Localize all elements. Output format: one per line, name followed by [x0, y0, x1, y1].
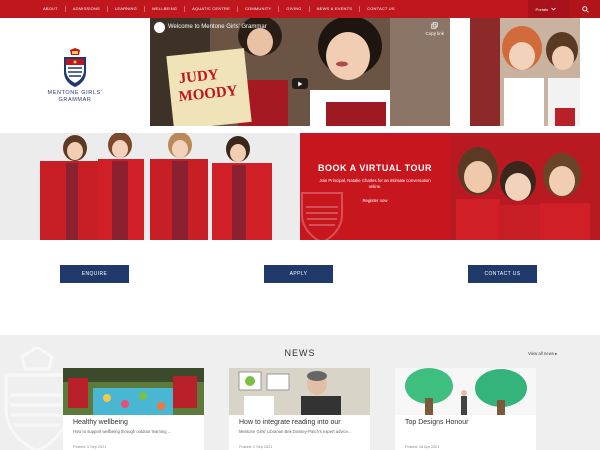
portals-dropdown[interactable]: Portals: [527, 0, 570, 18]
view-all-news-label: View all news: [528, 351, 554, 356]
news-card[interactable]: How to integrate reading into our Menton…: [229, 368, 370, 450]
copy-link-label: Copy link: [425, 31, 444, 36]
students-banner-photo: [0, 133, 300, 240]
news-card[interactable]: Healthy wellbeing How to support wellbei…: [63, 368, 204, 450]
copy-link-button[interactable]: Copy link: [425, 22, 444, 37]
school-logo[interactable]: MENTONE GIRLS' GRAMMAR: [0, 18, 150, 133]
crest-watermark-icon: [4, 347, 70, 450]
school-name-line2: GRAMMAR: [58, 96, 92, 103]
news-card-date: Posted: 3 Sep 2021: [73, 445, 107, 449]
play-icon: [298, 81, 303, 86]
chevron-right-icon: ▸: [555, 351, 558, 356]
nav-utilities: Portals: [527, 0, 600, 18]
nav-item-admissions[interactable]: Admissions: [66, 6, 108, 12]
nav-item-about[interactable]: About: [36, 6, 66, 12]
portals-label: Portals: [535, 6, 548, 12]
search-icon: [581, 5, 589, 13]
school-name: MENTONE GIRLS' GRAMMAR: [48, 90, 103, 104]
news-section: NEWS View all news ▸ Healthy wellbeing H…: [0, 335, 600, 450]
enquire-button[interactable]: ENQUIRE: [60, 265, 129, 283]
tree-designs-image: [395, 368, 536, 415]
nav-item-learning[interactable]: Learning: [108, 6, 145, 12]
outdoor-learning-image: [63, 368, 204, 415]
view-all-news-link[interactable]: View all news ▸: [528, 351, 557, 357]
contact-us-button[interactable]: CONTACT US: [468, 265, 537, 283]
virtual-tour-text: Join Principal, Natalie Charles for an i…: [319, 178, 431, 189]
school-name-line1: MENTONE GIRLS': [47, 89, 103, 96]
nav-item-aquatic-centre[interactable]: Aquatic Centre: [185, 6, 238, 12]
top-navigation: About Admissions Learning Wellbeing Aqua…: [0, 0, 600, 18]
news-card-title[interactable]: Healthy wellbeing: [73, 419, 128, 426]
reading-image: [229, 368, 370, 415]
news-card-date: Posted: 18 Apr 2021: [405, 445, 440, 449]
news-card-title[interactable]: How to integrate reading into our: [239, 419, 341, 426]
news-card-image: [63, 368, 204, 415]
apply-button[interactable]: APPLY: [264, 265, 333, 283]
channel-avatar[interactable]: [154, 22, 165, 33]
news-card-image: [395, 368, 536, 415]
register-now-link[interactable]: Register now: [300, 198, 450, 203]
video-thumbnail-image: JUDY MOODY: [150, 18, 450, 126]
students-image: [470, 18, 580, 126]
nav-item-news-events[interactable]: News & Events: [310, 6, 361, 12]
welcome-video[interactable]: JUDY MOODY Welcome to Mentone Girls' Gra…: [150, 18, 450, 126]
smiling-students-image: [450, 133, 600, 240]
nav-item-wellbeing[interactable]: Wellbeing: [145, 6, 186, 12]
virtual-tour-panel: BOOK A VIRTUAL TOUR Join Principal, Nata…: [300, 133, 450, 240]
news-card[interactable]: Top Designs Honour Posted: 18 Apr 2021: [395, 368, 536, 450]
news-card-description: How to support wellbeing through outdoor…: [73, 429, 172, 434]
nav-item-contact-us[interactable]: Contact Us: [360, 6, 402, 12]
news-heading: NEWS: [284, 348, 316, 358]
copy-icon: [431, 22, 438, 29]
smiling-students-photo: [450, 133, 600, 240]
chevron-down-icon: [551, 7, 556, 11]
search-button[interactable]: [570, 0, 600, 18]
news-card-title[interactable]: Top Designs Honour: [405, 419, 468, 426]
crest-icon: [64, 47, 86, 87]
students-photo: [470, 18, 580, 126]
news-card-image: [229, 368, 370, 415]
news-card-date: Posted: 1 Sep 2021: [239, 445, 273, 449]
nav-item-community[interactable]: Community: [238, 6, 280, 12]
virtual-tour-heading: BOOK A VIRTUAL TOUR: [317, 163, 432, 173]
video-title[interactable]: Welcome to Mentone Girls' Grammar: [168, 24, 267, 30]
play-button[interactable]: [292, 78, 308, 89]
news-card-description: Mentone Girls' Librarian Bek Dossey-Patc…: [239, 429, 352, 434]
nav-item-giving[interactable]: Giving: [279, 6, 310, 12]
students-group-image: [0, 133, 300, 240]
nav-links: About Admissions Learning Wellbeing Aqua…: [0, 6, 402, 12]
